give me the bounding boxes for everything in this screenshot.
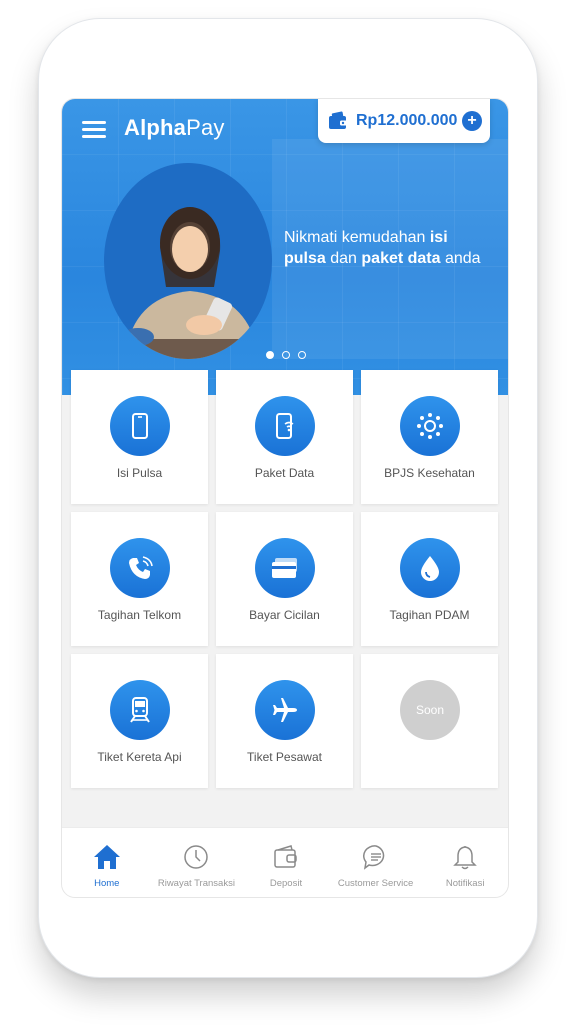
banner-text-1: Nikmati kemudahan xyxy=(284,229,430,246)
banner-text-3: anda xyxy=(440,250,481,267)
balance-chip[interactable]: Rp12.000.000 + xyxy=(318,99,490,143)
tab-riwayat-transaksi[interactable]: Riwayat Transaksi xyxy=(152,828,242,897)
topup-plus-icon[interactable]: + xyxy=(462,111,482,131)
tab-label: Home xyxy=(94,878,120,889)
soon-placeholder: Soon xyxy=(400,680,460,740)
service-label: Tagihan Telkom xyxy=(97,608,182,622)
chat-icon xyxy=(362,845,384,870)
banner-text: Nikmati kemudahan isi pulsa dan paket da… xyxy=(284,227,500,269)
service-label: Tiket Pesawat xyxy=(247,750,322,764)
bell-icon xyxy=(453,845,477,870)
home-icon xyxy=(93,845,120,869)
carousel-dot-3[interactable] xyxy=(298,351,306,359)
hamburger-menu-icon[interactable] xyxy=(82,121,106,139)
carousel-dot-2[interactable] xyxy=(282,351,290,359)
service-label: Tagihan PDAM xyxy=(389,608,470,622)
carousel-dots xyxy=(266,351,306,359)
app-logo: AlphaPay xyxy=(124,115,225,141)
service-tagihan-telkom[interactable]: Tagihan Telkom xyxy=(71,512,208,646)
service-label: Bayar Cicilan xyxy=(249,608,320,622)
service-soon: Soon xyxy=(361,654,498,788)
service-isi-pulsa[interactable]: Isi Pulsa xyxy=(71,370,208,504)
service-label: BPJS Kesehatan xyxy=(384,466,475,480)
app-screen: AlphaPay Rp12.000.000 + Nikmati kemudaha… xyxy=(61,98,509,898)
service-label: Paket Data xyxy=(254,466,315,480)
tab-customer-service[interactable]: Customer Service xyxy=(331,828,421,897)
tab-label: Notifikasi xyxy=(445,878,485,889)
tab-home[interactable]: Home xyxy=(62,828,152,897)
banner-person-image xyxy=(104,163,272,359)
service-bayar-cicilan[interactable]: Bayar Cicilan xyxy=(216,512,353,646)
water-drop-icon xyxy=(421,556,439,581)
wallet-icon xyxy=(274,845,297,868)
wallet-icon xyxy=(329,111,347,129)
tab-label: Deposit xyxy=(269,878,303,889)
service-bpjs-kesehatan[interactable]: BPJS Kesehatan xyxy=(361,370,498,504)
bottom-tab-bar: Home Riwayat Transaksi Deposit Customer … xyxy=(62,827,508,897)
carousel-dot-1[interactable] xyxy=(266,351,274,359)
logo-thin: Pay xyxy=(186,115,225,140)
clock-icon xyxy=(184,845,209,869)
tab-deposit[interactable]: Deposit xyxy=(241,828,331,897)
telephone-icon xyxy=(129,556,153,579)
phone-icon xyxy=(132,413,148,439)
service-label: Tiket Kereta Api xyxy=(97,750,182,764)
balance-amount: Rp12.000.000 xyxy=(356,112,458,129)
service-label: Isi Pulsa xyxy=(116,466,163,480)
banner-text-bold-1: isi xyxy=(429,229,448,246)
bpjs-icon xyxy=(417,413,443,439)
service-paket-data[interactable]: Paket Data xyxy=(216,370,353,504)
promo-banner[interactable]: AlphaPay Rp12.000.000 + Nikmati kemudaha… xyxy=(62,99,508,395)
banner-text-bold-3: paket data xyxy=(361,250,441,267)
banner-text-bold-2: pulsa xyxy=(284,250,326,267)
logo-main: Alpha xyxy=(124,115,187,140)
train-icon xyxy=(130,697,150,723)
tab-notifikasi[interactable]: Notifikasi xyxy=(420,828,508,897)
service-tiket-kereta-api[interactable]: Tiket Kereta Api xyxy=(71,654,208,788)
phone-wifi-icon xyxy=(276,413,294,439)
tab-label: Customer Service xyxy=(337,878,414,889)
service-tagihan-pdam[interactable]: Tagihan PDAM xyxy=(361,512,498,646)
airplane-icon xyxy=(273,698,297,722)
person-illustration xyxy=(104,207,272,359)
service-tiket-pesawat[interactable]: Tiket Pesawat xyxy=(216,654,353,788)
card-icon xyxy=(272,558,297,578)
tab-label: Riwayat Transaksi xyxy=(157,878,235,889)
banner-text-2: dan xyxy=(325,250,362,267)
